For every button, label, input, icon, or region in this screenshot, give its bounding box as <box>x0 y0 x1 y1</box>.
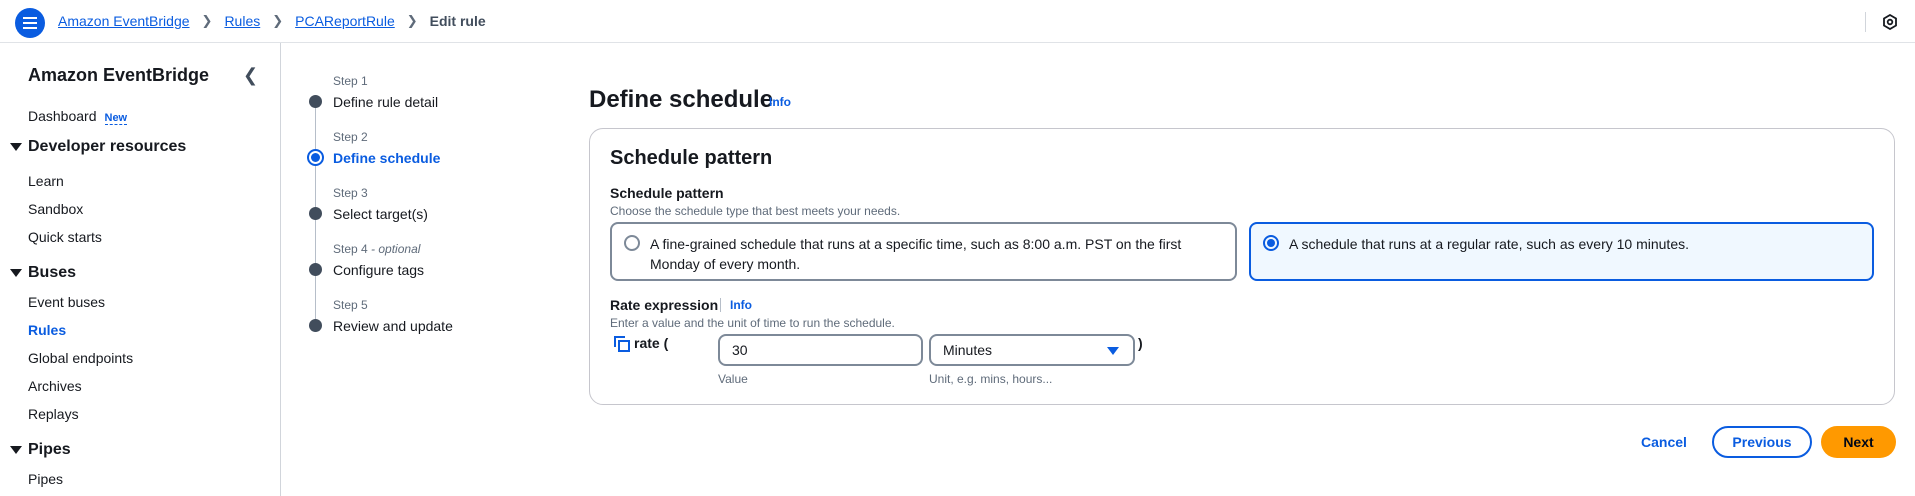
top-navigation-bar: Amazon EventBridge ❯ Rules ❯ PCAReportRu… <box>0 0 1915 43</box>
caret-down-icon <box>10 446 22 454</box>
title-info-link[interactable]: Info <box>769 95 791 109</box>
nav-item-global-endpoints[interactable]: Global endpoints <box>28 350 133 366</box>
breadcrumb-current: Edit rule <box>429 13 486 29</box>
step-label: Step 3 <box>333 186 368 200</box>
previous-button[interactable]: Previous <box>1712 426 1812 458</box>
schedule-pattern-panel: Schedule pattern Schedule pattern Choose… <box>589 128 1895 405</box>
nav-section-label: Buses <box>28 264 77 281</box>
collapse-nav-icon[interactable]: ❮ <box>243 65 258 86</box>
schedule-pattern-description: Choose the schedule type that best meets… <box>610 204 901 218</box>
step-5[interactable]: Step 5 Review and update <box>333 298 453 334</box>
step-label: Step 4 - optional <box>333 242 424 256</box>
radio-button[interactable] <box>624 235 640 251</box>
copy-icon[interactable] <box>614 336 630 352</box>
step-label: Step 2 <box>333 130 368 144</box>
divider <box>1865 12 1866 32</box>
chevron-right-icon: ❯ <box>406 13 418 28</box>
nav-section-label: Developer resources <box>28 138 187 155</box>
breadcrumb: Amazon EventBridge ❯ Rules ❯ PCAReportRu… <box>58 13 486 29</box>
menu-button[interactable] <box>15 8 45 38</box>
option-text: A fine-grained schedule that runs at a s… <box>650 236 1182 272</box>
step-2: Step 2 Define schedule <box>333 130 440 166</box>
caret-down-icon <box>1107 347 1119 355</box>
step-optional: - optional <box>367 242 421 256</box>
selected-unit: Minutes <box>943 342 993 358</box>
step-label: Step 1 <box>333 74 368 88</box>
page-title: Define schedule <box>589 86 774 113</box>
nav-item-quick-starts[interactable]: Quick starts <box>28 229 102 245</box>
step-1-indicator <box>309 95 322 108</box>
unit-sublabel: Unit, e.g. mins, hours... <box>929 372 1053 386</box>
caret-down-icon <box>10 269 22 277</box>
next-button[interactable]: Next <box>1821 426 1896 458</box>
nav-item-replays[interactable]: Replays <box>28 406 79 422</box>
regular-rate-schedule-option[interactable]: A schedule that runs at a regular rate, … <box>1249 222 1874 281</box>
breadcrumb-rules[interactable]: Rules <box>224 13 260 29</box>
step-name: Define schedule <box>333 150 441 166</box>
nav-section-label: Pipes <box>28 441 71 458</box>
step-number: Step 4 <box>333 242 368 256</box>
rate-value-input[interactable] <box>718 334 923 366</box>
rate-expression-label: Rate expression <box>610 297 719 313</box>
step-3-indicator <box>309 207 322 220</box>
new-badge: New <box>104 112 128 125</box>
step-5-indicator <box>309 319 322 332</box>
nav-item-dashboard[interactable]: Dashboard New <box>28 108 128 125</box>
nav-section-buses[interactable]: Buses <box>10 264 76 282</box>
rate-unit-select[interactable]: Minutes <box>929 334 1135 366</box>
step-name: Select target(s) <box>333 206 428 222</box>
cancel-button[interactable]: Cancel <box>1632 426 1696 458</box>
step-2-indicator <box>307 149 324 166</box>
step-name: Review and update <box>333 318 453 334</box>
nav-item-learn[interactable]: Learn <box>28 173 64 189</box>
breadcrumb-rule-name[interactable]: PCAReportRule <box>295 13 395 29</box>
step-1[interactable]: Step 1 Define rule detail <box>333 74 438 110</box>
schedule-pattern-label: Schedule pattern <box>610 185 724 201</box>
nav-item-label: Dashboard <box>28 108 97 124</box>
nav-item-archives[interactable]: Archives <box>28 378 82 394</box>
value-sublabel: Value <box>718 372 748 386</box>
nav-section-pipes[interactable]: Pipes <box>10 441 71 459</box>
settings-icon[interactable] <box>1882 14 1898 30</box>
nav-item-rules[interactable]: Rules <box>28 322 66 338</box>
step-4[interactable]: Step 4 - optional Configure tags <box>333 242 424 278</box>
nav-item-sandbox[interactable]: Sandbox <box>28 201 83 217</box>
nav-section-developer-resources[interactable]: Developer resources <box>10 138 186 156</box>
step-4-indicator <box>309 263 322 276</box>
nav-item-pipes[interactable]: Pipes <box>28 471 63 487</box>
radio-button-selected[interactable] <box>1263 235 1279 251</box>
step-3[interactable]: Step 3 Select target(s) <box>333 186 428 222</box>
chevron-right-icon: ❯ <box>201 13 213 28</box>
step-label: Step 5 <box>333 298 368 312</box>
nav-item-event-buses[interactable]: Event buses <box>28 294 105 310</box>
rate-info-link[interactable]: Info <box>730 298 752 312</box>
rate-open-text: rate ( <box>634 335 669 351</box>
step-name: Define rule detail <box>333 94 439 110</box>
caret-down-icon <box>10 143 22 151</box>
breadcrumb-eventbridge[interactable]: Amazon EventBridge <box>58 13 190 29</box>
rate-close-text: ) <box>1138 335 1143 351</box>
side-navigation: Amazon EventBridge ❮ Dashboard New Develo… <box>0 43 281 496</box>
divider <box>720 298 721 312</box>
option-text: A schedule that runs at a regular rate, … <box>1289 236 1689 252</box>
panel-title: Schedule pattern <box>610 147 773 169</box>
hamburger-icon <box>23 17 37 29</box>
step-name: Configure tags <box>333 262 425 278</box>
fine-grained-schedule-option[interactable]: A fine-grained schedule that runs at a s… <box>610 222 1237 281</box>
rate-expression-description: Enter a value and the unit of time to ru… <box>610 316 895 330</box>
nav-title[interactable]: Amazon EventBridge <box>28 65 209 86</box>
chevron-right-icon: ❯ <box>272 13 284 28</box>
